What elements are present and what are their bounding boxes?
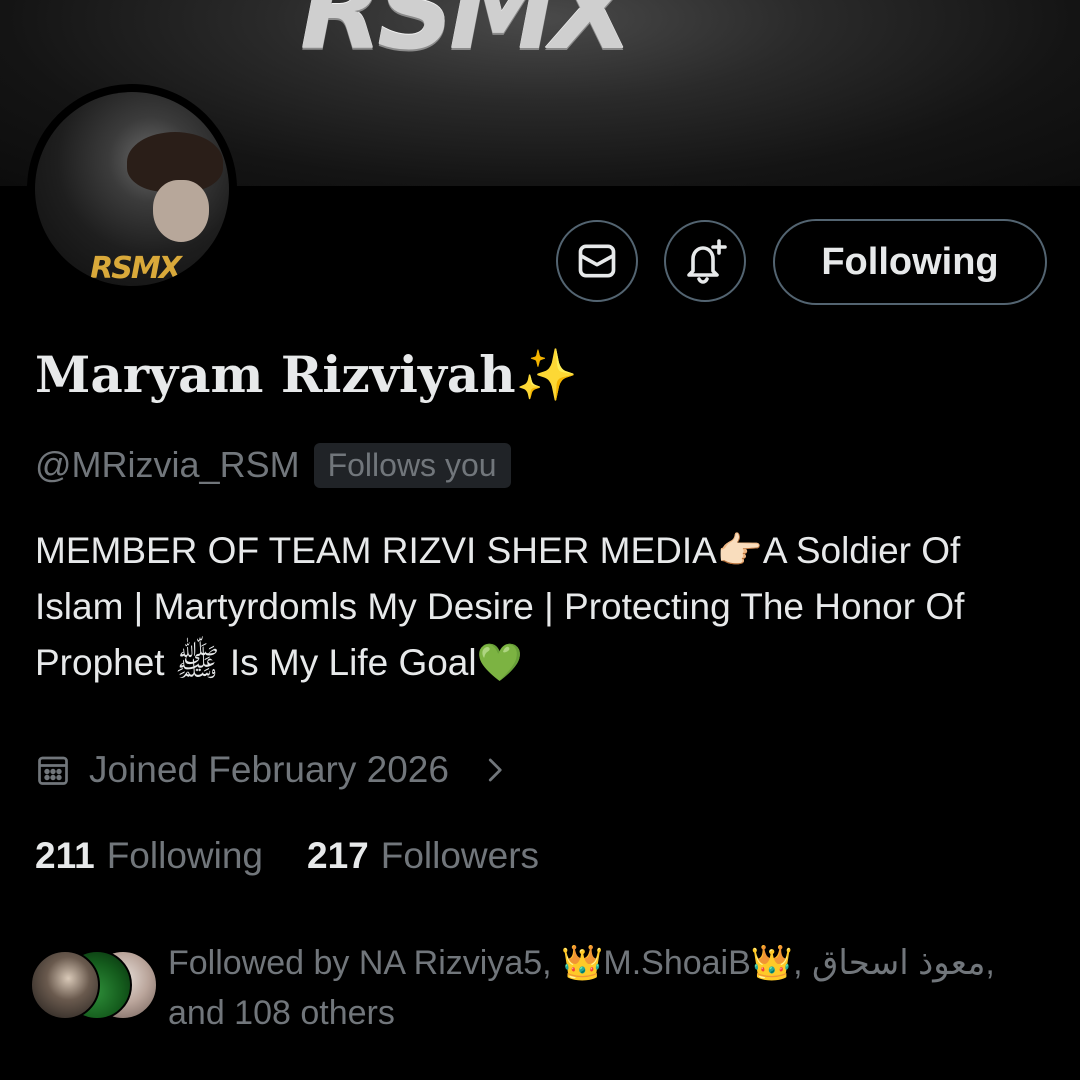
avatar-logo: RSMX	[90, 251, 182, 286]
profile-bio: MEMBER OF TEAM RIZVI SHER MEDIA👉🏻A Soldi…	[35, 530, 965, 683]
profile-avatar[interactable]: RSMX	[27, 84, 237, 294]
following-label: Following	[106, 835, 263, 876]
avatar-image: RSMX	[35, 92, 229, 286]
joined-date-row[interactable]: Joined February 2026	[35, 742, 509, 798]
chevron-right-icon	[479, 755, 509, 785]
handle-row: @MRizvia_RSM Follows you	[35, 440, 511, 490]
follows-you-badge: Follows you	[313, 442, 511, 488]
banner-logo: RSMX	[300, 0, 634, 74]
following-stat[interactable]: 211 Following	[35, 835, 263, 877]
calendar-icon	[38, 756, 68, 785]
bell-plus-icon	[687, 239, 727, 284]
following-count: 211	[35, 835, 95, 876]
following-button[interactable]: Following	[773, 219, 1047, 305]
mail-icon	[578, 244, 616, 278]
followers-count: 217	[307, 835, 369, 876]
follow-stats: 211 Following 217 Followers	[35, 828, 539, 884]
display-name: Maryam Rizviyah✨	[35, 345, 578, 404]
message-button[interactable]	[556, 220, 638, 302]
joined-date: Joined February 2026	[89, 749, 449, 790]
avatar-face-shape	[153, 180, 209, 242]
notifications-button[interactable]	[664, 220, 746, 302]
followers-label: Followers	[380, 835, 540, 876]
follower-avatar	[30, 950, 100, 1020]
followers-stat[interactable]: 217 Followers	[307, 835, 539, 877]
followed-by-avatars[interactable]	[30, 950, 158, 1020]
username-handle: @MRizvia_RSM	[35, 444, 300, 485]
followed-by-text[interactable]: Followed by NA Rizviya5, 👑M.ShoaiB👑, معو…	[168, 938, 1048, 1038]
